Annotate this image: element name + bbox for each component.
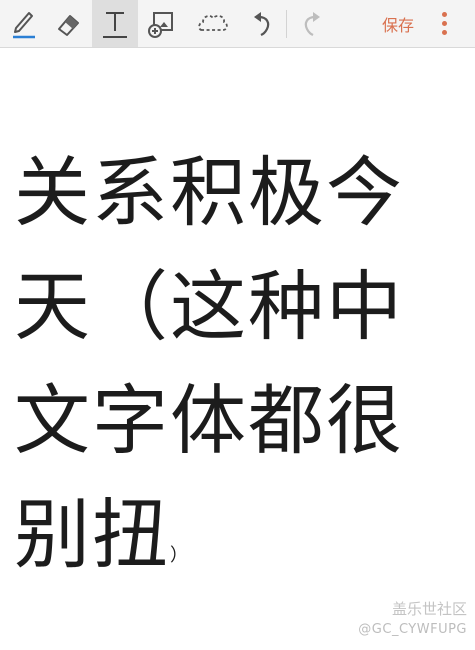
- note-line-4-container: 别扭）: [14, 478, 454, 613]
- lasso-select-button[interactable]: [190, 0, 236, 47]
- redo-icon: [304, 11, 320, 36]
- text-icon: [103, 11, 127, 38]
- watermark-community: 盖乐世社区: [391, 600, 467, 618]
- note-canvas[interactable]: 关系积极今 天（这种中 文字体都很 别扭）: [14, 136, 454, 613]
- eraser-icon: [58, 14, 79, 36]
- pen-icon: [13, 11, 35, 38]
- more-vertical-icon: [441, 12, 447, 35]
- text-tool-button[interactable]: [92, 0, 138, 47]
- note-line-1: 关系积极今: [14, 148, 404, 237]
- save-button[interactable]: 保存: [372, 0, 424, 47]
- toolbar-divider: [286, 10, 287, 38]
- note-closing-paren: ）: [170, 545, 188, 566]
- lasso-select-icon: [198, 14, 228, 31]
- eraser-tool-button[interactable]: [46, 0, 92, 47]
- note-line-4: 别扭: [14, 490, 170, 579]
- top-toolbar: 保存: [0, 0, 475, 48]
- watermark-user: @GC_CYWFUPG: [358, 622, 467, 637]
- note-line-3: 文字体都很: [14, 376, 404, 465]
- redo-button[interactable]: [288, 0, 334, 47]
- note-line-2: 天（这种中: [14, 262, 404, 351]
- insert-image-icon: [148, 11, 173, 38]
- insert-image-button[interactable]: [138, 0, 184, 47]
- more-options-button[interactable]: [428, 0, 460, 47]
- undo-button[interactable]: [240, 0, 286, 47]
- pen-tool-button[interactable]: [0, 0, 46, 47]
- undo-icon: [254, 11, 270, 36]
